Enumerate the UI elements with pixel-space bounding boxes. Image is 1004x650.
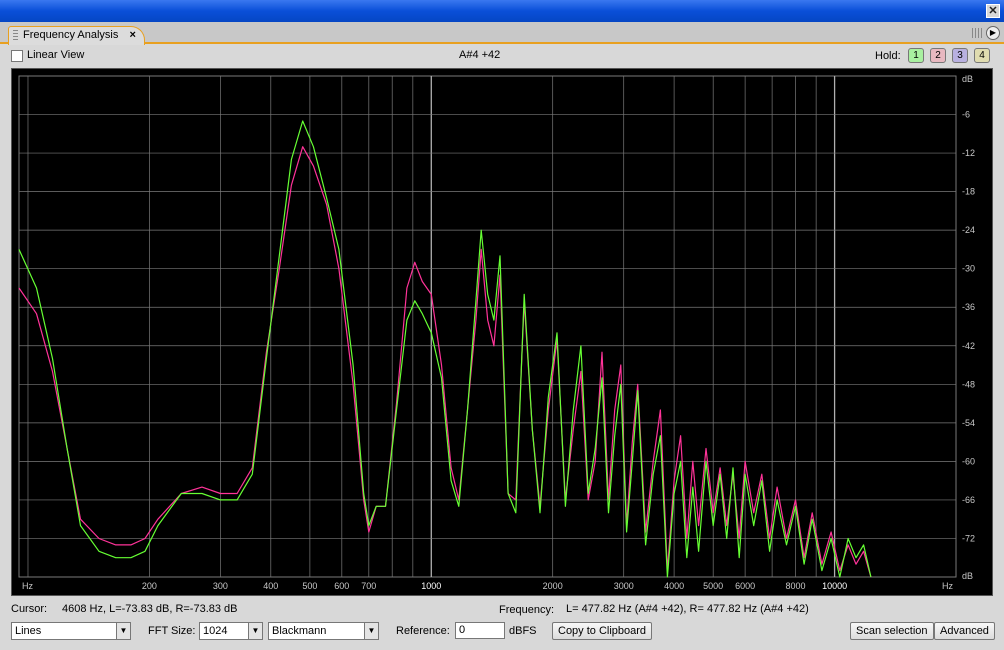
y-tick-label: -60 (962, 456, 975, 466)
copy-to-clipboard-button[interactable]: Copy to Clipboard (552, 622, 653, 640)
spectrum-svg[interactable]: -6 -12 -18 -24 -30 -36 -42 -48 -54 -60 -66 -72 dB dB 2… (12, 69, 992, 595)
linear-view-label[interactable]: Linear View (27, 49, 84, 61)
cursor-label: Cursor: (11, 603, 48, 615)
y-tick-label: -12 (962, 148, 975, 158)
window-function-value: Blackmann (272, 625, 327, 637)
panel-grip-icon[interactable] (972, 28, 982, 38)
analysis-toolbar: Linear View A#4 +42 Hold: 1 2 3 4 (0, 46, 1004, 66)
y-tick-label: -36 (962, 302, 975, 312)
tab-title: Frequency Analysis (23, 29, 119, 41)
display-mode-value: Lines (15, 625, 42, 637)
window-function-dropdown[interactable]: Blackmann ▼ (268, 622, 379, 640)
y-tick-label: -24 (962, 225, 975, 235)
reference-label: Reference: (396, 625, 450, 637)
y-tick-label: -6 (962, 110, 970, 120)
hold-button-4[interactable]: 4 (974, 48, 990, 63)
x-tick-label: 3000 (614, 581, 634, 591)
window-titlebar: ✕ (0, 0, 1004, 22)
panel-tabstrip: Frequency Analysis × ▶ (0, 22, 1004, 45)
reference-unit: dBFS (509, 625, 537, 637)
x-tick-label: 2000 (543, 581, 563, 591)
x-tick-label: 10000 (822, 581, 847, 591)
x-tick-label: 200 (142, 581, 157, 591)
fft-size-dropdown[interactable]: 1024 ▼ (199, 622, 263, 640)
chevron-down-icon[interactable]: ▼ (116, 623, 130, 639)
y-tick-label: -54 (962, 418, 975, 428)
x-tick-label: 8000 (785, 581, 805, 591)
x-tick-label: 400 (263, 581, 278, 591)
x-tick-label: 4000 (664, 581, 684, 591)
x-axis-unit-right: Hz (942, 581, 953, 591)
y-tick-label: -42 (962, 341, 975, 351)
pitch-readout: A#4 +42 (459, 49, 501, 61)
panel-menu-button[interactable]: ▶ (986, 26, 1000, 40)
cursor-value: 4608 Hz, L=-73.83 dB, R=-73.83 dB (62, 603, 238, 615)
x-tick-label: 700 (361, 581, 376, 591)
y-axis-unit-top: dB (962, 74, 973, 84)
spectrum-plot[interactable]: -6 -12 -18 -24 -30 -36 -42 -48 -54 -60 -66 -72 dB dB 2… (11, 68, 993, 596)
chevron-down-icon[interactable]: ▼ (248, 623, 262, 639)
x-tick-label: 500 (302, 581, 317, 591)
y-tick-label: -66 (962, 495, 975, 505)
tab-frequency-analysis[interactable]: Frequency Analysis × (8, 26, 145, 45)
y-tick-label: -72 (962, 533, 975, 543)
fft-size-value: 1024 (203, 625, 228, 637)
reference-input[interactable]: 0 (455, 622, 505, 639)
x-tick-label: 1000 (421, 581, 441, 591)
status-bar: Cursor: 4608 Hz, L=-73.83 dB, R=-73.83 d… (0, 600, 1004, 618)
fft-size-label: FFT Size: (148, 625, 196, 637)
tab-close-icon[interactable]: × (129, 29, 135, 41)
hold-button-2[interactable]: 2 (930, 48, 946, 63)
hold-label: Hold: (875, 50, 901, 62)
y-tick-label: -18 (962, 187, 975, 197)
frequency-value: L= 477.82 Hz (A#4 +42), R= 477.82 Hz (A#… (566, 603, 809, 615)
window-close-button[interactable]: ✕ (986, 4, 1000, 18)
y-axis-unit-bottom: dB (962, 571, 973, 581)
x-tick-label: 600 (334, 581, 349, 591)
series-left-channel (18, 120, 872, 578)
frequency-label: Frequency: (499, 604, 555, 616)
controls-bar: Lines ▼ FFT Size: 1024 ▼ Blackmann ▼ Ref… (0, 620, 1004, 642)
hold-button-1[interactable]: 1 (908, 48, 924, 63)
x-tick-label: 300 (213, 581, 228, 591)
y-tick-label: -48 (962, 379, 975, 389)
plot-border (18, 75, 957, 578)
hold-button-3[interactable]: 3 (952, 48, 968, 63)
x-tick-label: 6000 (735, 581, 755, 591)
series-right-channel (18, 146, 872, 578)
x-axis-unit-left: Hz (22, 581, 33, 591)
chevron-down-icon[interactable]: ▼ (364, 623, 378, 639)
advanced-button[interactable]: Advanced (934, 622, 995, 640)
x-tick-label: 5000 (703, 581, 723, 591)
tab-grip-icon[interactable] (13, 30, 18, 41)
y-tick-label: -30 (962, 264, 975, 274)
scan-selection-button[interactable]: Scan selection (850, 622, 934, 640)
display-mode-dropdown[interactable]: Lines ▼ (11, 622, 131, 640)
linear-view-checkbox[interactable] (11, 50, 23, 62)
